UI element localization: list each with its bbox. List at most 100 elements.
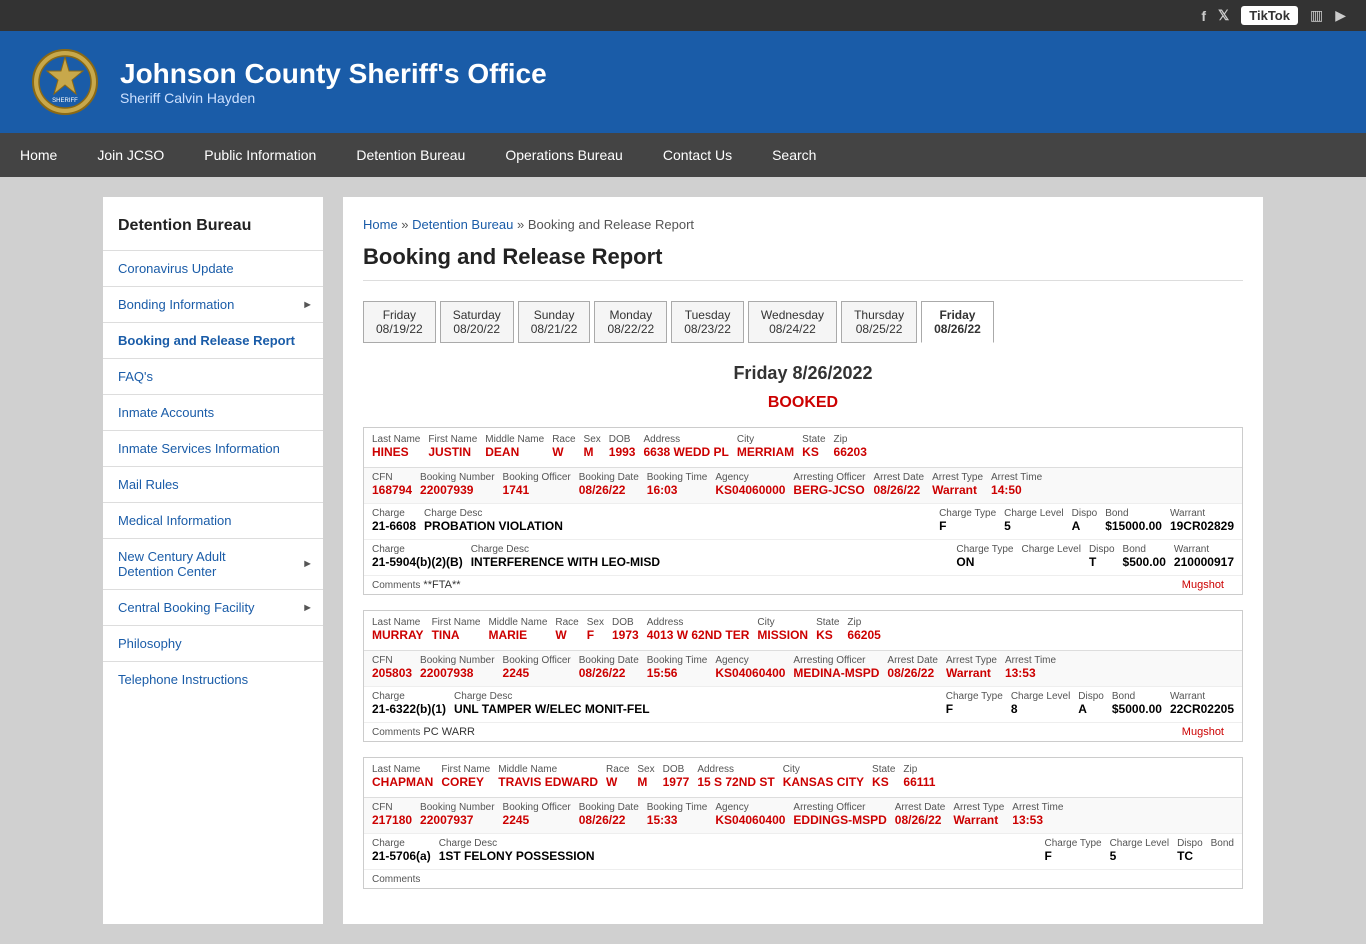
date-tab-6[interactable]: Thursday08/25/22 — [841, 301, 917, 343]
field-bond-chapman: Bond — [1211, 838, 1234, 863]
field-charge: Charge 21-6608 — [372, 508, 416, 533]
field-race: Race W — [552, 434, 575, 459]
field-lastname-murray: Last Name MURRAY — [372, 617, 424, 642]
date-tab-3[interactable]: Monday08/22/22 — [594, 301, 667, 343]
instagram-link[interactable]: ▥ — [1310, 7, 1323, 24]
field-firstname: First Name JUSTIN — [428, 434, 477, 459]
field-charge-2: Charge 21-5904(b)(2)(B) — [372, 544, 463, 569]
sidebar-link-inmate-services[interactable]: Inmate Services Information — [103, 431, 323, 466]
nav-search[interactable]: Search — [752, 133, 836, 177]
facebook-link[interactable]: f — [1201, 8, 1206, 24]
field-charge-type-chapman: Charge Type F — [1045, 838, 1102, 863]
tiktok-link[interactable]: TikTok — [1241, 6, 1298, 25]
field-booking-number-murray: Booking Number 22007938 — [420, 655, 494, 680]
field-booking-number: Booking Number 22007939 — [420, 472, 494, 497]
report-date: Friday 8/26/2022 — [363, 363, 1243, 384]
sidebar-item-bonding[interactable]: Bonding Information ► — [103, 286, 323, 322]
sidebar-item-mail-rules[interactable]: Mail Rules — [103, 466, 323, 502]
field-booking-officer-chapman: Booking Officer 2245 — [503, 802, 571, 827]
sidebar-item-inmate-accounts[interactable]: Inmate Accounts — [103, 394, 323, 430]
sidebar-link-inmate-accounts[interactable]: Inmate Accounts — [103, 395, 323, 430]
charge-section-hines-1: Charge 21-6608 Charge Desc PROBATION VIO… — [364, 503, 1242, 539]
sidebar-link-mail-rules[interactable]: Mail Rules — [103, 467, 323, 502]
comments-murray: Comments PC WARR Mugshot — [364, 722, 1242, 741]
charge-section-murray: Charge 21-6322(b)(1) Charge Desc UNL TAM… — [364, 686, 1242, 722]
sidebar-item-inmate-services[interactable]: Inmate Services Information — [103, 430, 323, 466]
site-title: Johnson County Sheriff's Office — [120, 58, 547, 90]
field-arrest-type-murray: Arrest Type Warrant — [946, 655, 997, 680]
field-state-murray: State KS — [816, 617, 839, 642]
date-tab-0[interactable]: Friday08/19/22 — [363, 301, 436, 343]
field-charge-desc: Charge Desc PROBATION VIOLATION — [424, 508, 931, 533]
date-tab-2[interactable]: Sunday08/21/22 — [518, 301, 591, 343]
nav-home[interactable]: Home — [0, 133, 77, 177]
field-arrest-date-chapman: Arrest Date 08/26/22 — [895, 802, 946, 827]
field-booking-time: Booking Time 16:03 — [647, 472, 708, 497]
sidebar-item-telephone[interactable]: Telephone Instructions — [103, 661, 323, 697]
sidebar-link-coronavirus[interactable]: Coronavirus Update — [103, 251, 323, 286]
sidebar-link-booking-report[interactable]: Booking and Release Report — [103, 323, 323, 358]
field-cfn: CFN 168794 — [372, 472, 412, 497]
nav-detention-bureau[interactable]: Detention Bureau — [336, 133, 485, 177]
nav-operations-bureau[interactable]: Operations Bureau — [485, 133, 643, 177]
nav-contact-us[interactable]: Contact Us — [643, 133, 752, 177]
sidebar-link-faqs[interactable]: FAQ's — [103, 359, 323, 394]
mugshot-link-hines[interactable]: Mugshot — [1182, 579, 1224, 591]
sidebar-link-medical[interactable]: Medical Information — [103, 503, 323, 538]
field-address-murray: Address 4013 W 62ND TER — [647, 617, 750, 642]
comments-text-murray: PC WARR — [423, 726, 475, 738]
field-arrest-type: Arrest Type Warrant — [932, 472, 983, 497]
field-charge-level-murray: Charge Level 8 — [1011, 691, 1070, 716]
comments-text-hines: **FTA** — [423, 579, 460, 591]
sidebar-item-coronavirus[interactable]: Coronavirus Update — [103, 250, 323, 286]
twitter-link[interactable]: 𝕏 — [1218, 7, 1229, 24]
field-dob: DOB 1993 — [609, 434, 636, 459]
field-booking-date-chapman: Booking Date 08/26/22 — [579, 802, 639, 827]
field-charge-level: Charge Level 5 — [1004, 508, 1063, 533]
field-booking-officer-murray: Booking Officer 2245 — [503, 655, 571, 680]
field-race-murray: Race W — [555, 617, 578, 642]
field-middlename-murray: Middle Name MARIE — [488, 617, 547, 642]
field-charge-level-chapman: Charge Level 5 — [1110, 838, 1169, 863]
field-booking-time-murray: Booking Time 15:56 — [647, 655, 708, 680]
field-booking-officer: Booking Officer 1741 — [503, 472, 571, 497]
sidebar-item-booking-report[interactable]: Booking and Release Report — [103, 322, 323, 358]
sidebar-link-ncadc[interactable]: New Century Adult Detention Center — [103, 539, 292, 589]
sidebar-item-faqs[interactable]: FAQ's — [103, 358, 323, 394]
content-area: Home » Detention Bureau » Booking and Re… — [343, 197, 1263, 924]
nav-join-jcso[interactable]: Join JCSO — [77, 133, 184, 177]
field-arrest-date-murray: Arrest Date 08/26/22 — [887, 655, 938, 680]
inmate-top-hines: Last Name HINES First Name JUSTIN Middle… — [364, 428, 1242, 467]
sidebar-link-telephone[interactable]: Telephone Instructions — [103, 662, 323, 697]
sidebar-link-central-booking[interactable]: Central Booking Facility — [103, 590, 292, 625]
comments-hines: Comments **FTA** Mugshot — [364, 575, 1242, 594]
top-bar: f 𝕏 TikTok ▥ ▶ — [0, 0, 1366, 31]
booking-section-chapman: CFN 217180 Booking Number 22007937 Booki… — [364, 797, 1242, 833]
mugshot-link-murray[interactable]: Mugshot — [1182, 726, 1224, 738]
sidebar-link-bonding[interactable]: Bonding Information — [103, 287, 292, 322]
breadcrumb-detention[interactable]: Detention Bureau — [412, 217, 513, 232]
charge-section-chapman: Charge 21-5706(a) Charge Desc 1ST FELONY… — [364, 833, 1242, 869]
date-tabs: Friday08/19/22 Saturday08/20/22 Sunday08… — [363, 301, 1243, 343]
sidebar-item-ncadc[interactable]: New Century Adult Detention Center ► — [103, 538, 323, 589]
field-dispo: Dispo A — [1072, 508, 1098, 533]
youtube-link[interactable]: ▶ — [1335, 7, 1346, 24]
date-tab-5[interactable]: Wednesday08/24/22 — [748, 301, 837, 343]
header-text: Johnson County Sheriff's Office Sheriff … — [120, 58, 547, 106]
breadcrumb-home[interactable]: Home — [363, 217, 398, 232]
sidebar-item-philosophy[interactable]: Philosophy — [103, 625, 323, 661]
sidebar-item-central-booking[interactable]: Central Booking Facility ► — [103, 589, 323, 625]
field-address: Address 6638 WEDD PL — [643, 434, 728, 459]
field-charge-type: Charge Type F — [939, 508, 996, 533]
inmate-record-hines: Last Name HINES First Name JUSTIN Middle… — [363, 427, 1243, 595]
field-arrest-type-chapman: Arrest Type Warrant — [953, 802, 1004, 827]
nav-public-information[interactable]: Public Information — [184, 133, 336, 177]
date-tab-4[interactable]: Tuesday08/23/22 — [671, 301, 744, 343]
field-agency-chapman: Agency KS04060400 — [715, 802, 785, 827]
date-tab-7[interactable]: Friday08/26/22 — [921, 301, 994, 343]
sidebar-item-medical[interactable]: Medical Information — [103, 502, 323, 538]
field-arrest-date: Arrest Date 08/26/22 — [873, 472, 924, 497]
date-tab-1[interactable]: Saturday08/20/22 — [440, 301, 514, 343]
sidebar-link-philosophy[interactable]: Philosophy — [103, 626, 323, 661]
field-firstname-murray: First Name TINA — [432, 617, 481, 642]
